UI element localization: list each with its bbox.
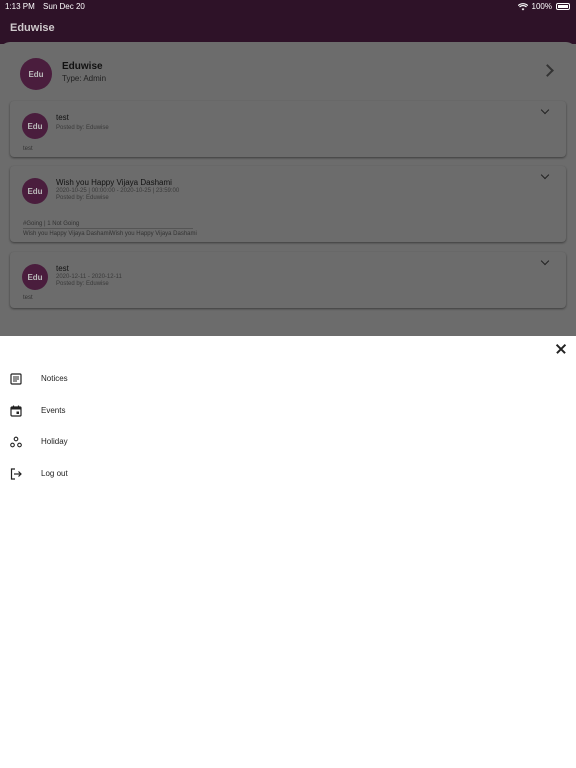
chevron-down-icon[interactable] — [540, 256, 550, 266]
battery-percent: 100% — [531, 2, 552, 11]
close-button[interactable] — [554, 342, 568, 356]
menu-item-logout[interactable]: Log out — [0, 460, 576, 488]
eduwise-logo: Edu — [22, 178, 48, 204]
status-bar: 1:13 PM Sun Dec 20 100% — [0, 0, 576, 14]
eduwise-logo: Edu — [20, 58, 52, 90]
notice-posted-by: Posted by: Eduwise — [56, 281, 109, 287]
app-title: Eduwise — [10, 22, 55, 34]
profile-type: Type: Admin — [62, 74, 107, 83]
menu-label: Holiday — [41, 437, 68, 446]
menu-label: Notices — [41, 374, 68, 383]
menu-label: Log out — [41, 469, 68, 478]
notice-title: test — [56, 113, 69, 122]
notice-body: test — [23, 146, 33, 152]
menu-item-holiday[interactable]: Holiday — [0, 428, 576, 456]
status-date: Sun Dec 20 — [43, 2, 85, 11]
notice-body: Wish you Happy Vijaya DashamiWish you Ha… — [23, 231, 197, 237]
notice-date: 2020-12-11 - 2020-12-11 — [56, 274, 122, 280]
menu-item-events[interactable]: Events — [0, 397, 576, 425]
chevron-down-icon[interactable] — [540, 170, 550, 180]
eduwise-logo: Edu — [22, 264, 48, 290]
notice-card[interactable]: Edu test Posted by: Eduwise test — [10, 101, 566, 157]
notice-title: Wish you Happy Vijaya Dashami — [56, 178, 172, 187]
notice-posted-by: Posted by: Eduwise — [56, 125, 109, 131]
battery-icon — [556, 3, 570, 10]
status-time: 1:13 PM — [5, 2, 35, 11]
divider — [23, 228, 193, 229]
notice-body: test — [23, 295, 33, 301]
notice-title: test — [56, 264, 69, 273]
eduwise-logo: Edu — [22, 113, 48, 139]
profile-header[interactable]: Edu Eduwise Type: Admin — [0, 46, 576, 98]
notice-card[interactable]: Edu Wish you Happy Vijaya Dashami 2020-1… — [10, 166, 566, 242]
notice-posted-by: Posted by: Eduwise — [56, 195, 109, 201]
wifi-icon — [517, 2, 528, 10]
menu-item-notices[interactable]: Notices — [0, 365, 576, 393]
chevron-down-icon[interactable] — [540, 105, 550, 115]
holiday-icon — [10, 436, 22, 448]
menu-label: Events — [41, 406, 66, 415]
calendar-icon — [10, 405, 22, 417]
app-bar: Eduwise — [0, 14, 576, 44]
logout-icon — [10, 468, 22, 480]
chevron-right-icon[interactable] — [541, 64, 554, 77]
notice-card[interactable]: Edu test 2020-12-11 - 2020-12-11 Posted … — [10, 252, 566, 308]
notice-date: 2020-10-25 | 00:00:00 - 2020-10-25 | 23:… — [56, 188, 180, 194]
navigation-drawer: Notices Events Holiday Log out — [0, 336, 576, 768]
notices-icon — [10, 373, 22, 385]
profile-name: Eduwise — [62, 61, 103, 72]
notice-tags: #Going | 1 Not Going — [23, 221, 80, 227]
